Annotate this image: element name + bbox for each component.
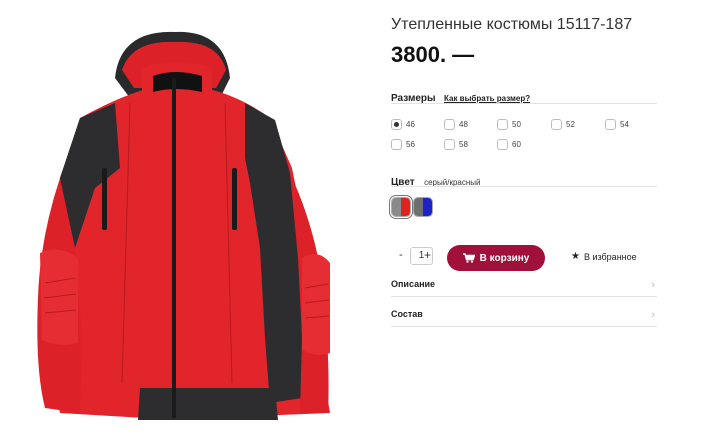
size-option-58[interactable]: 58 <box>444 138 468 150</box>
buy-row: - 1 + В корзину ★ В избранное <box>391 245 657 271</box>
product-price: 3800. — <box>391 42 475 67</box>
chevron-right-icon: › <box>651 279 655 291</box>
radio-checkbox <box>444 138 455 150</box>
divider <box>391 296 657 297</box>
radio-checkbox <box>391 138 402 150</box>
description-label: Описание <box>391 279 436 289</box>
radio-checkbox <box>391 118 402 130</box>
composition-section-toggle[interactable]: Состав › <box>391 309 657 323</box>
color-header: Цвет серый/красный <box>391 172 657 190</box>
product-title: Утепленные костюмы 15117-187 <box>391 16 633 33</box>
swatch-half-red <box>401 198 410 216</box>
size-guide-link[interactable]: Как выбрать размер? <box>444 94 530 103</box>
jacket-illustration <box>37 31 330 420</box>
radio-checkbox <box>497 138 508 150</box>
size-option-60[interactable]: 60 <box>497 138 521 150</box>
color-swatch-gray-blue[interactable] <box>413 197 433 217</box>
radio-checkbox <box>605 118 616 130</box>
size-option-50[interactable]: 50 <box>497 118 521 130</box>
favorites-label: В избранное <box>583 251 637 262</box>
chevron-right-icon: › <box>651 309 655 321</box>
color-swatch-gray-red[interactable] <box>389 195 413 219</box>
quantity-increase-button[interactable]: + <box>424 248 431 262</box>
radio-checkbox <box>497 118 508 130</box>
swatch-half-gray <box>414 198 423 216</box>
size-option-46[interactable]: 46 <box>391 118 415 130</box>
add-to-cart-button[interactable]: В корзину <box>447 245 545 271</box>
sizes-header: Размеры Как выбрать размер? <box>391 88 657 104</box>
quantity-decrease-button[interactable]: - <box>399 249 403 261</box>
divider <box>391 186 657 187</box>
size-option-48[interactable]: 48 <box>444 118 468 130</box>
add-to-favorites-button[interactable]: ★ В избранное <box>571 251 637 262</box>
size-option-56[interactable]: 56 <box>391 138 415 150</box>
swatch-half-gray <box>392 198 401 216</box>
description-section-toggle[interactable]: Описание › <box>391 279 657 293</box>
composition-label: Состав <box>391 309 423 319</box>
product-image <box>20 8 365 430</box>
divider <box>391 103 657 104</box>
swatch-half-blue <box>423 198 432 216</box>
color-swatches <box>389 195 435 219</box>
cart-icon <box>462 253 475 263</box>
size-option-54[interactable]: 54 <box>605 118 629 130</box>
size-option-52[interactable]: 52 <box>551 118 575 130</box>
radio-checkbox <box>444 118 455 130</box>
add-to-cart-label: В корзину <box>479 252 530 264</box>
star-icon: ★ <box>571 251 580 262</box>
radio-checkbox <box>551 118 562 130</box>
divider <box>391 326 657 327</box>
